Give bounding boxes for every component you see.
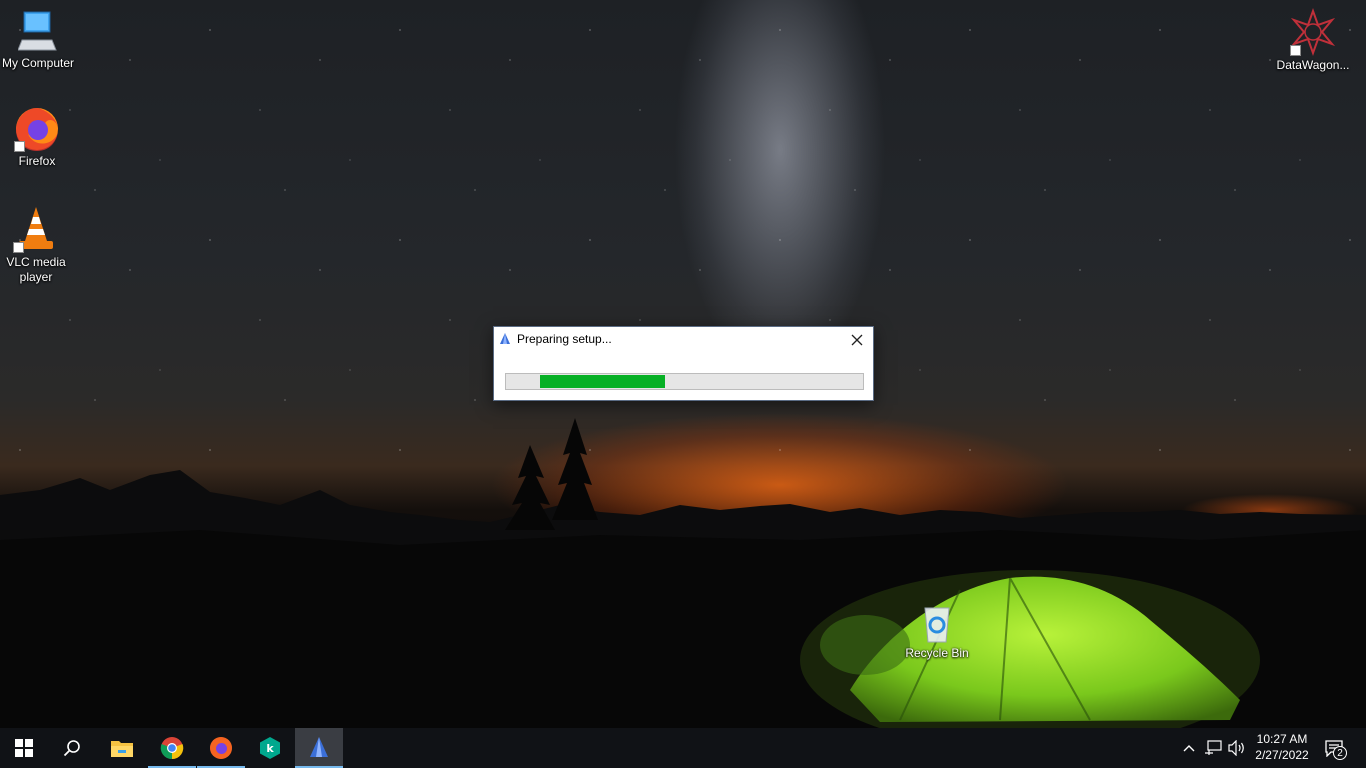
desktop-icon-firefox[interactable]: Firefox [0,106,75,169]
desktop-icon-label: VLC media player [6,255,66,284]
computer-icon [18,11,57,51]
close-icon [851,334,863,346]
shortcut-arrow-icon [1290,45,1301,56]
clock-button[interactable]: 10:27 AM 2/27/2022 [1248,731,1316,763]
chrome-icon [160,737,184,760]
close-button[interactable] [841,327,873,353]
vlc-icon [13,205,59,253]
firefox-icon [210,737,232,759]
search-icon [63,740,80,757]
dialog-title: Preparing setup... [517,332,612,346]
volume-button[interactable] [1226,728,1248,768]
notification-count-badge: 2 [1333,746,1347,760]
clock-date: 2/27/2022 [1255,748,1309,762]
taskbar: k 10:27 AM 2/27/2022 [0,728,1366,768]
taskbar-setup[interactable] [295,728,343,768]
desktop-icon-label: My Computer [1,56,75,70]
desktop-icon-label: DataWagon... [1276,58,1350,72]
folder-icon [111,741,133,757]
windows-logo-icon [15,739,33,757]
show-hidden-icons-button[interactable] [1180,728,1198,768]
desktop-icon-datawagon[interactable]: DataWagon... [1275,8,1351,73]
taskbar-chrome[interactable] [148,728,196,768]
taskbar-file-explorer[interactable] [98,728,146,768]
shortcut-arrow-icon [13,242,24,253]
taskbar-kaspersky[interactable]: k [246,728,294,768]
network-icon [1205,740,1222,755]
chevron-up-icon [1183,745,1195,752]
desktop-icon-label: Firefox [18,154,56,168]
clock-time: 10:27 AM [1256,732,1308,746]
progress-fill [540,375,665,388]
firefox-icon [14,106,60,152]
preparing-setup-dialog: Preparing setup... [493,326,874,401]
network-button[interactable] [1202,728,1224,768]
setup-app-icon [310,737,328,757]
datawagon-icon [1290,8,1336,56]
setup-app-icon [500,333,510,344]
taskbar-firefox[interactable] [197,728,245,768]
setup-progress-bar [505,373,864,390]
desktop-icon-my-computer[interactable]: My Computer [0,10,76,71]
search-button[interactable] [48,728,96,768]
svg-text:k: k [266,742,274,755]
speaker-icon [1228,740,1244,756]
desktop-icon-label: Recycle Bin [905,646,969,660]
desktop-icon-recycle-bin[interactable]: Recycle Bin [899,602,975,661]
kaspersky-icon: k [260,737,280,759]
desktop-icon-vlc[interactable]: VLC media player [0,205,74,285]
shortcut-arrow-icon [14,141,25,152]
recycle-bin-icon [924,607,950,643]
start-button[interactable] [0,728,48,768]
